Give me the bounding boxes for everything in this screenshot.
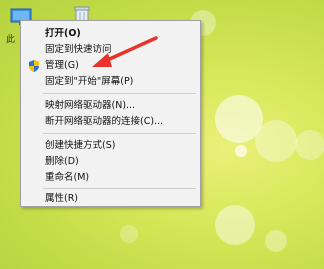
bokeh-light [215, 205, 255, 245]
menu-item-label: 重命名(M) [45, 172, 90, 183]
bokeh-light [235, 145, 247, 157]
bokeh-light [120, 225, 138, 243]
menu-item-pin-start[interactable]: 固定到"开始"屏幕(P) [21, 75, 200, 89]
bokeh-light [265, 230, 287, 252]
menu-separator [43, 93, 196, 94]
menu-item-disconnect-network-drive[interactable]: 断开网络驱动器的连接(C)... [21, 115, 200, 129]
menu-item-label: 创建快捷方式(S) [45, 140, 116, 151]
context-menu: 打开(O) 固定到快速访问 管理(G) 固定到"开始"屏幕(P) 映射网络驱动器… [20, 20, 201, 207]
menu-item-label: 断开网络驱动器的连接(C)... [45, 116, 164, 127]
menu-item-properties[interactable]: 属性(R) [21, 192, 200, 206]
menu-item-label: 固定到"开始"屏幕(P) [45, 76, 134, 87]
menu-item-label: 属性(R) [45, 193, 79, 204]
menu-item-rename[interactable]: 重命名(M) [21, 171, 200, 185]
menu-item-delete[interactable]: 删除(D) [21, 155, 200, 169]
computer-label: 此 [6, 35, 16, 45]
menu-item-label: 管理(G) [45, 60, 79, 71]
bokeh-light [255, 120, 297, 162]
menu-item-open[interactable]: 打开(O) [21, 27, 200, 41]
menu-item-pin-quick-access[interactable]: 固定到快速访问 [21, 43, 200, 57]
bokeh-light [295, 130, 324, 160]
menu-item-label: 映射网络驱动器(N)... [45, 100, 136, 111]
menu-item-manage[interactable]: 管理(G) [21, 59, 200, 73]
shield-icon [29, 60, 39, 72]
menu-item-create-shortcut[interactable]: 创建快捷方式(S) [21, 139, 200, 153]
menu-item-label: 打开(O) [45, 28, 81, 39]
menu-item-label: 固定到快速访问 [45, 44, 112, 55]
menu-item-map-network-drive[interactable]: 映射网络驱动器(N)... [21, 99, 200, 113]
menu-separator [43, 188, 196, 189]
menu-separator [43, 133, 196, 134]
menu-item-label: 删除(D) [45, 156, 79, 167]
bokeh-light [215, 95, 263, 143]
